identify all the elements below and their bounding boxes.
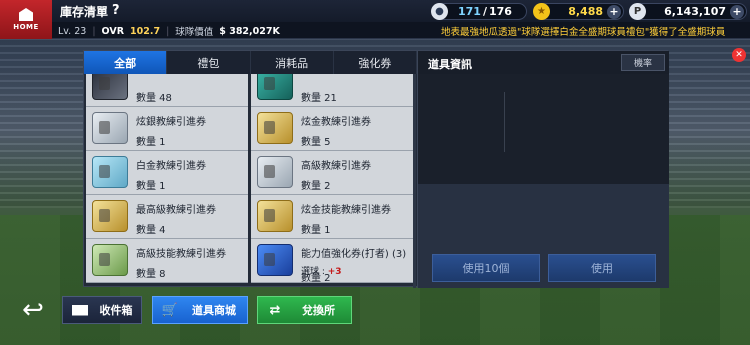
item-name: 高級教練引進券 — [301, 161, 371, 172]
divider: | — [92, 25, 96, 37]
use-10-button[interactable]: 使用10個 — [432, 254, 540, 282]
add-points-button[interactable]: + — [730, 4, 744, 19]
help-icon[interactable]: ? — [112, 3, 120, 18]
tab-enhance-tickets[interactable]: 強化券 — [334, 51, 417, 74]
gold-counter: ★ 8,488 + — [533, 3, 624, 20]
tab-packages[interactable]: 禮包 — [167, 51, 251, 74]
inventory-column-right: 數量 21 炫金教練引進券 數量 5 高級教練引進券 數量 2 炫金技能教練引進… — [251, 74, 413, 284]
item-name: 最高級教練引進券 — [136, 205, 216, 216]
points-value: 6,143,107 — [664, 5, 726, 18]
gold-card-icon — [257, 112, 293, 144]
silver-card-icon — [92, 112, 128, 144]
item-info-body — [417, 74, 669, 184]
gold-card-icon — [92, 200, 128, 232]
item-name: 高級技能教練引進券 — [136, 249, 226, 260]
energy-separator: / — [482, 5, 487, 18]
use-button[interactable]: 使用 — [548, 254, 656, 282]
inventory-column-left: 數量 48 炫銀教練引進券 數量 1 白金教練引進券 數量 1 最高級教練引進券… — [86, 74, 248, 283]
platinum-card-icon — [92, 156, 128, 188]
energy-counter: ● 171 / 176 — [431, 3, 527, 20]
list-scrollbar[interactable] — [413, 74, 416, 288]
mailbox-label: 收件箱 — [99, 304, 133, 317]
star-icon: ★ — [533, 3, 550, 20]
envelope-icon — [71, 303, 89, 317]
batter-boost-icon — [257, 244, 293, 276]
divider: | — [166, 25, 170, 37]
energy-current: 171 — [458, 5, 481, 18]
tab-consumables[interactable]: 消耗品 — [251, 51, 334, 74]
item-quantity: 數量 4 — [136, 225, 166, 236]
home-label: HOME — [13, 23, 39, 31]
ovr-value: 102.7 — [130, 25, 161, 37]
item-name: 炫金教練引進券 — [301, 117, 371, 128]
add-gold-button[interactable]: + — [607, 4, 621, 19]
team-value-label: 球隊價值 — [175, 27, 214, 38]
item-action-area: 使用10個 使用 — [417, 184, 669, 288]
item-quantity: 數量 8 — [136, 269, 166, 280]
item-quantity: 數量 1 — [301, 225, 331, 236]
list-item[interactable]: 數量 21 — [251, 74, 413, 107]
back-arrow-icon[interactable]: ↩ — [16, 295, 50, 325]
points-counter: P 6,143,107 + — [629, 3, 747, 20]
gold-card-icon — [257, 200, 293, 232]
list-item[interactable]: 數量 48 — [86, 74, 248, 107]
list-item[interactable]: 最高級教練引進券 數量 4 — [86, 195, 248, 239]
probability-button[interactable]: 機率 — [621, 54, 665, 71]
item-info-header: 道具資訊 機率 — [417, 51, 669, 74]
item-shop-label: 道具商城 — [192, 304, 236, 317]
item-quantity: 數量 1 — [136, 181, 166, 192]
list-item[interactable]: 白金教練引進券 數量 1 — [86, 151, 248, 195]
baseball-icon: ● — [431, 3, 448, 20]
page-title: 庫存清單 — [60, 5, 109, 19]
list-item[interactable]: 能力值強化券(打者) (3) 選球 : +3 數量 2 — [251, 239, 413, 284]
skin-ticket-icon — [257, 74, 293, 100]
info-divider — [504, 92, 505, 152]
inventory-panel: 全部 禮包 消耗品 強化券 道具資訊 機率 數量 48 炫銀教練引進券 數量 1… — [83, 50, 669, 288]
gold-value: 8,488 — [568, 5, 603, 18]
item-name: 炫銀教練引進券 — [136, 117, 206, 128]
item-shop-button[interactable]: 🛒 道具商城 — [152, 296, 248, 324]
list-item[interactable]: 炫金技能教練引進券 數量 1 — [251, 195, 413, 239]
player-summary: Lv. 23 | OVR 102.7 | 球隊價值 $ 382,027K — [58, 24, 280, 39]
item-quantity: 數量 21 — [301, 93, 337, 104]
news-ticker: 地表最強地瓜透過"球隊選擇白金全盛期球員禮包"獲得了全盛期球員 — [441, 27, 726, 38]
category-tabs: 全部 禮包 消耗品 強化券 — [84, 51, 417, 74]
list-item[interactable]: 炫金教練引進券 數量 5 — [251, 107, 413, 151]
dark-ball-icon — [92, 74, 128, 100]
team-value: $ 382,027K — [219, 25, 280, 37]
silver-card-icon — [92, 244, 128, 276]
item-quantity: 數量 1 — [136, 137, 166, 148]
ovr-label: OVR — [101, 25, 125, 37]
item-info-title: 道具資訊 — [428, 58, 472, 71]
cart-icon: 🛒 — [161, 302, 179, 318]
item-quantity: 數量 2 — [301, 181, 331, 192]
silver-card-icon — [257, 156, 293, 188]
point-coin-icon: P — [629, 3, 646, 20]
inventory-list[interactable]: 數量 48 炫銀教練引進券 數量 1 白金教練引進券 數量 1 最高級教練引進券… — [84, 74, 417, 288]
tab-all[interactable]: 全部 — [84, 51, 168, 74]
home-icon — [19, 8, 33, 21]
energy-max: 176 — [489, 5, 512, 18]
item-name: 炫金技能教練引進券 — [301, 205, 391, 216]
exchange-button[interactable]: ⇄ 兌換所 — [257, 296, 352, 324]
level-label: Lv. 23 — [58, 25, 87, 37]
list-item[interactable]: 炫銀教練引進券 數量 1 — [86, 107, 248, 151]
home-button[interactable]: HOME — [0, 0, 52, 39]
exchange-label: 兌換所 — [302, 304, 335, 317]
notification-badge-icon[interactable]: ✕ — [732, 48, 746, 62]
item-name: 白金教練引進券 — [136, 161, 206, 172]
item-quantity: 數量 2 — [301, 273, 331, 284]
list-item[interactable]: 高級教練引進券 數量 2 — [251, 151, 413, 195]
item-name: 能力值強化券(打者) (3) — [301, 249, 407, 260]
list-item[interactable]: 高級技能教練引進券 數量 8 — [86, 239, 248, 283]
mailbox-button[interactable]: 收件箱 — [62, 296, 142, 324]
item-quantity: 數量 5 — [301, 137, 331, 148]
item-quantity: 數量 48 — [136, 93, 172, 104]
exchange-icon: ⇄ — [269, 302, 281, 318]
